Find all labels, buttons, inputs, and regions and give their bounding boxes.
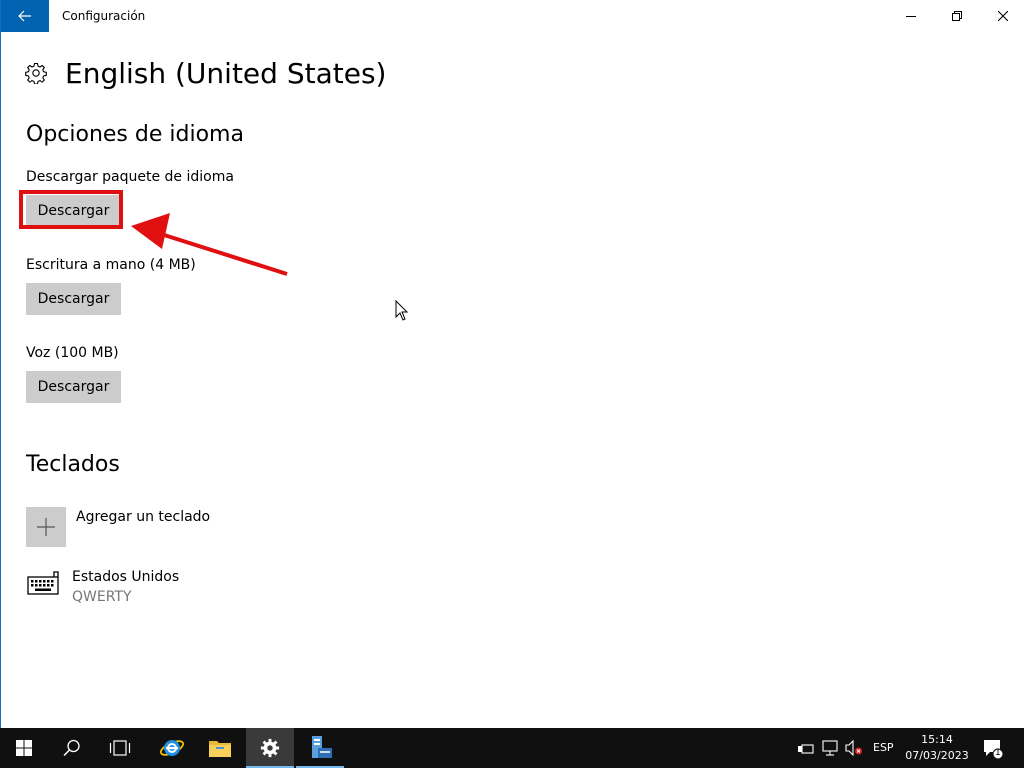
minimize-button[interactable] [888,0,934,32]
clock-date: 07/03/2023 [905,749,969,762]
language-pack-label: Descargar paquete de idioma [26,169,234,185]
network-icon[interactable] [821,740,839,756]
taskbar: ESP 15:14 07/03/2023 1 [0,728,1024,768]
highlight-box [19,190,123,229]
volume-muted-icon[interactable] [845,740,863,756]
language-options-heading: Opciones de idioma [26,122,244,147]
input-language-indicator[interactable]: ESP [873,741,894,754]
settings-window: Configuración English (United States) Op… [0,0,1024,728]
gear-icon [25,62,47,84]
minimize-icon [906,16,916,17]
page-title: English (United States) [65,56,387,90]
title-bar: Configuración [1,0,1024,32]
keyboard-layout: QWERTY [72,589,132,605]
search-button[interactable] [48,728,96,768]
plus-icon [37,518,55,536]
folder-icon [209,741,231,757]
back-arrow-icon [18,10,31,22]
window-title: Configuración [62,9,146,23]
task-view-button[interactable] [96,728,144,768]
windows-logo-icon [16,740,32,756]
clock[interactable]: 15:14 07/03/2023 [904,728,970,768]
add-keyboard-button[interactable] [26,507,66,547]
action-center-button[interactable]: 1 [982,738,1004,760]
clock-time: 15:14 [921,733,953,746]
add-keyboard-label[interactable]: Agregar un teclado [76,509,210,525]
settings-gear-icon [260,738,280,758]
task-view-icon [109,740,131,756]
network-adapter-icon[interactable] [797,741,815,755]
internet-explorer-icon [160,740,184,756]
download-handwriting-button[interactable]: Descargar [26,283,121,315]
restore-icon [952,11,962,21]
notification-count: 1 [995,748,1001,758]
keyboards-heading: Teclados [26,452,120,477]
keyboard-name[interactable]: Estados Unidos [72,569,179,585]
server-manager-icon [312,736,332,758]
page-header: English (United States) [25,56,386,90]
download-speech-button[interactable]: Descargar [26,371,121,403]
handwriting-label: Escritura a mano (4 MB) [26,257,196,273]
keyboard-icon [27,571,59,595]
speech-label: Voz (100 MB) [26,345,119,361]
file-explorer-button[interactable] [196,728,244,768]
settings-taskbar-button[interactable] [246,728,294,768]
search-icon [63,739,80,757]
server-manager-button[interactable] [296,728,344,768]
back-button[interactable] [1,0,49,32]
close-icon [998,11,1008,21]
restore-button[interactable] [934,0,980,32]
internet-explorer-button[interactable] [148,728,196,768]
close-button[interactable] [980,0,1024,32]
start-button[interactable] [0,728,48,768]
mouse-cursor-icon [395,300,409,321]
